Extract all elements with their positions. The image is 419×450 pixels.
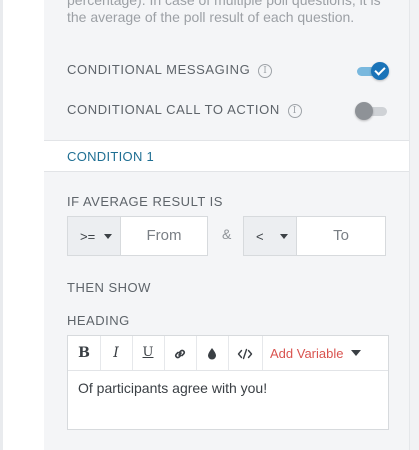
toggle-knob <box>355 102 373 120</box>
color-button[interactable] <box>196 336 229 370</box>
caret-down-icon <box>104 234 112 239</box>
left-edge <box>0 0 45 450</box>
conditional-settings-panel: percentage). In case of multiple poll qu… <box>44 0 410 450</box>
bold-button[interactable]: B <box>68 336 101 370</box>
scrollbar[interactable] <box>409 0 419 450</box>
operator-to-select[interactable]: < <box>243 216 297 256</box>
underline-button[interactable]: U <box>132 336 165 370</box>
editor-toolbar: B I U Add Variable <box>68 336 388 371</box>
to-input[interactable]: To <box>296 216 386 256</box>
operator-from-value: >= <box>80 229 96 244</box>
from-input[interactable]: From <box>120 216 208 256</box>
code-icon <box>237 349 253 360</box>
link-icon <box>175 350 185 359</box>
info-icon[interactable]: i <box>258 64 273 78</box>
condition-header[interactable]: CONDITION 1 <box>44 140 410 172</box>
conditional-cta-row: CONDITIONAL CALL TO ACTION i <box>67 100 389 122</box>
condition-title: CONDITION 1 <box>67 149 155 164</box>
conditional-messaging-label: CONDITIONAL MESSAGING i <box>67 62 273 78</box>
code-button[interactable] <box>228 336 263 370</box>
conditional-messaging-toggle[interactable] <box>355 62 389 80</box>
conditional-cta-toggle[interactable] <box>355 102 389 120</box>
toggle-knob-check-icon <box>371 62 389 80</box>
caret-down-icon <box>351 350 362 356</box>
caret-down-icon <box>280 234 288 239</box>
info-icon[interactable]: i <box>287 104 302 118</box>
droplet-icon <box>208 348 216 360</box>
operator-from-select[interactable]: >= <box>67 216 121 256</box>
conditional-cta-label: CONDITIONAL CALL TO ACTION i <box>67 102 302 118</box>
condition-inputs: >= From & < To <box>67 216 387 256</box>
ampersand: & <box>222 226 232 242</box>
add-variable-dropdown[interactable]: Add Variable <box>270 346 362 361</box>
italic-button[interactable]: I <box>100 336 133 370</box>
operator-to-value: < <box>256 229 264 244</box>
if-average-label: IF AVERAGE RESULT IS <box>67 194 223 209</box>
then-show-label: THEN SHOW <box>67 280 151 295</box>
link-button[interactable] <box>164 336 197 370</box>
help-text: percentage). In case of multiple poll qu… <box>67 0 381 25</box>
heading-label: HEADING <box>67 313 130 328</box>
conditional-messaging-row: CONDITIONAL MESSAGING i <box>67 60 389 82</box>
add-variable-label: Add Variable <box>270 346 344 361</box>
editor-content[interactable]: Of participants agree with you! <box>78 380 267 396</box>
heading-editor: B I U Add Variable Of participants agree… <box>67 335 389 430</box>
